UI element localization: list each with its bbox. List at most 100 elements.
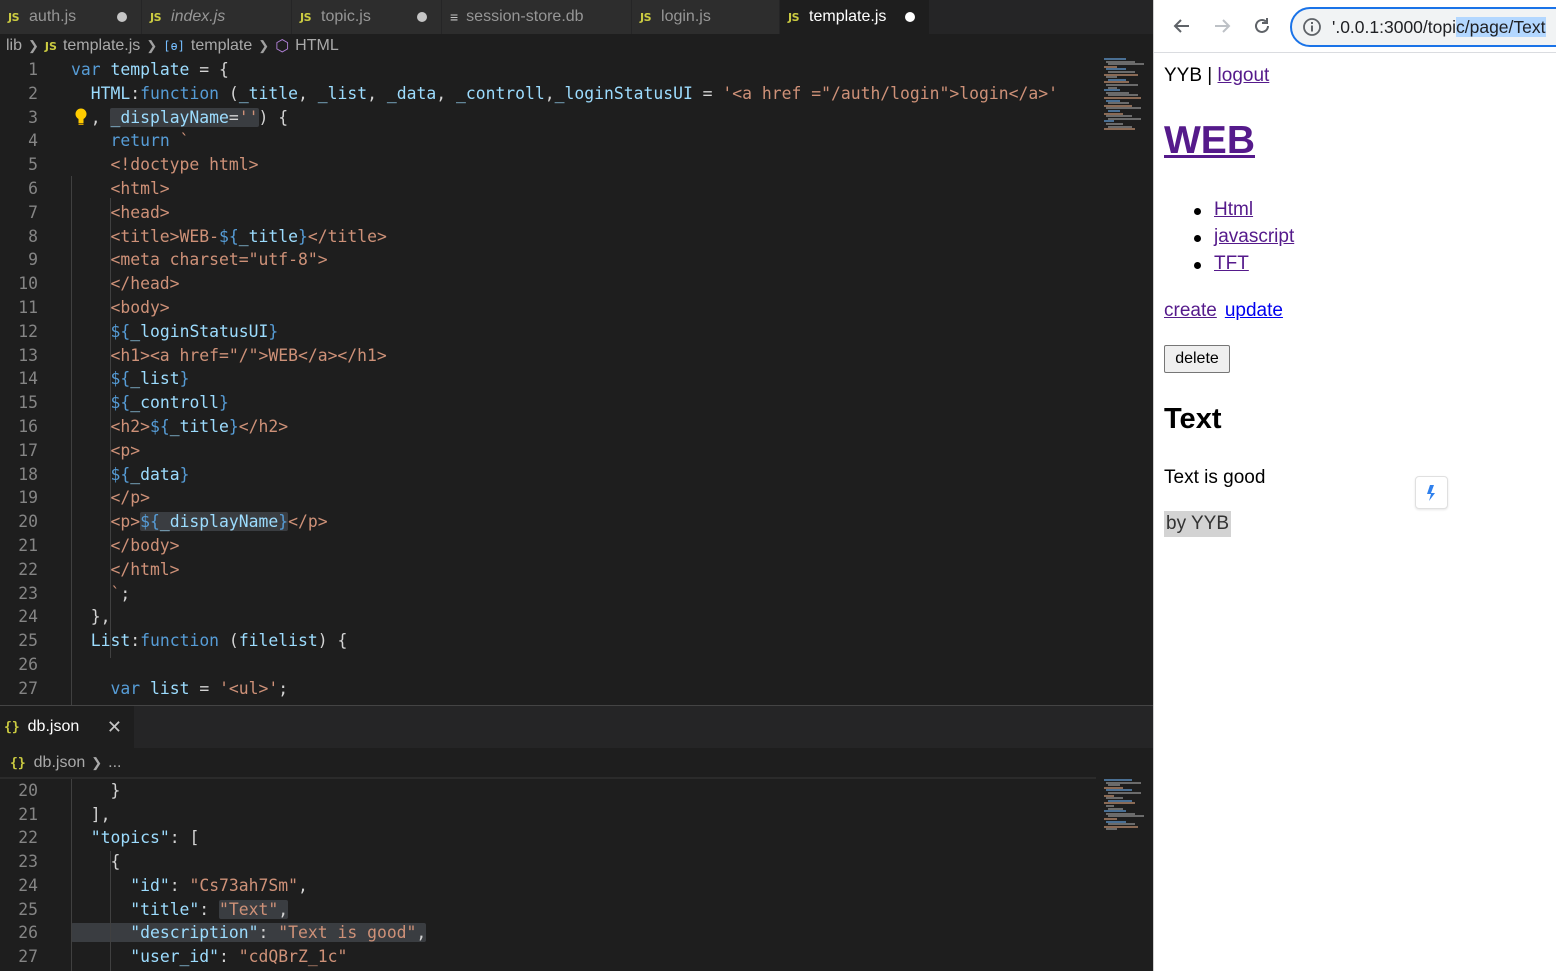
- forward-button[interactable]: [1210, 14, 1234, 38]
- code-line[interactable]: 20 }: [0, 779, 1096, 803]
- code-text[interactable]: <h1><a href="/">WEB</a></h1>: [71, 344, 386, 368]
- code-text[interactable]: <body>: [71, 296, 169, 320]
- code-line[interactable]: 24 "id": "Cs73ah7Sm",: [0, 874, 1096, 898]
- code-line[interactable]: 22 "topics": [: [0, 826, 1096, 850]
- minimap[interactable]: [1100, 58, 1150, 138]
- code-line[interactable]: 25 "title": "Text",: [0, 898, 1096, 922]
- breadcrumb-template[interactable]: template: [191, 37, 252, 55]
- code-text[interactable]: return `: [71, 129, 189, 153]
- code-line[interactable]: 7 <head>: [0, 201, 1096, 225]
- code-line[interactable]: 16 <h2>${_title}</h2>: [0, 415, 1096, 439]
- code-line[interactable]: 25 List:function (filelist) {: [0, 629, 1096, 653]
- code-text[interactable]: "user_id": "cdQBrZ_1c": [71, 945, 347, 969]
- topic-link-javascript[interactable]: javascript: [1214, 226, 1294, 247]
- code-text[interactable]: ${_list}: [71, 367, 189, 391]
- code-line[interactable]: 13 <h1><a href="/">WEB</a></h1>: [0, 344, 1096, 368]
- code-line[interactable]: 2 HTML:function (_title, _list, _data, _…: [0, 82, 1096, 106]
- code-line[interactable]: 12 ${_loginStatusUI}: [0, 320, 1096, 344]
- code-line[interactable]: 10 </head>: [0, 272, 1096, 296]
- breadcrumb-html[interactable]: HTML: [295, 37, 339, 55]
- code-line[interactable]: 19 </p>: [0, 486, 1096, 510]
- breadcrumb-ellipsis[interactable]: ...: [108, 754, 121, 772]
- code-text[interactable]: "description": "Text is good",: [71, 921, 427, 945]
- code-line[interactable]: 18 ${_data}: [0, 463, 1096, 487]
- code-text[interactable]: "id": "Cs73ah7Sm",: [71, 874, 308, 898]
- tab-auth-js[interactable]: JS auth.js: [0, 0, 142, 34]
- code-line[interactable]: 6 <html>: [0, 177, 1096, 201]
- reload-button[interactable]: [1250, 14, 1274, 38]
- code-line[interactable]: 9 <meta charset="utf-8">: [0, 248, 1096, 272]
- tab-index-js[interactable]: JS index.js: [142, 0, 292, 34]
- code-line[interactable]: 27 "user_id": "cdQBrZ_1c": [0, 945, 1096, 969]
- code-editor[interactable]: JS auth.js JS index.js JS topic.js ≡ ses…: [0, 0, 1153, 971]
- code-text[interactable]: var list = '<ul>';: [71, 677, 288, 701]
- code-text[interactable]: <p>: [71, 439, 140, 463]
- code-line[interactable]: 23 `;: [0, 582, 1096, 606]
- code-text[interactable]: </html>: [71, 558, 179, 582]
- code-line[interactable]: 21 </body>: [0, 534, 1096, 558]
- code-text[interactable]: </head>: [71, 272, 179, 296]
- code-line[interactable]: 8 <title>WEB-${_title}</title>: [0, 225, 1096, 249]
- code-text[interactable]: `;: [71, 582, 130, 606]
- code-line[interactable]: 21 ],: [0, 803, 1096, 827]
- code-text[interactable]: <html>: [71, 177, 169, 201]
- code-text[interactable]: var template = {: [71, 58, 229, 82]
- code-text[interactable]: {: [71, 850, 120, 874]
- code-line[interactable]: 4 return `: [0, 129, 1096, 153]
- code-text[interactable]: , _displayName='') {: [71, 106, 288, 130]
- code-line[interactable]: 20 <p>${_displayName}</p>: [0, 510, 1096, 534]
- create-link[interactable]: create: [1164, 300, 1217, 321]
- code-text[interactable]: }: [71, 779, 120, 803]
- code-text[interactable]: "topics": [: [71, 826, 200, 850]
- code-text[interactable]: <h2>${_title}</h2>: [71, 415, 288, 439]
- topic-link-html[interactable]: Html: [1214, 199, 1253, 220]
- minimap-2[interactable]: [1100, 779, 1150, 839]
- logout-link[interactable]: logout: [1218, 65, 1270, 86]
- code-line[interactable]: 26 "description": "Text is good",: [0, 921, 1096, 945]
- address-bar[interactable]: '.0.0.1:3000/topic/page/Text: [1290, 7, 1556, 47]
- delete-button[interactable]: delete: [1164, 345, 1230, 373]
- code-text[interactable]: List:function (filelist) {: [71, 629, 348, 653]
- code-line[interactable]: 5 <!doctype html>: [0, 153, 1096, 177]
- url-text[interactable]: '.0.0.1:3000/topic/page/Text: [1332, 16, 1546, 38]
- tab-topic-js[interactable]: JS topic.js: [292, 0, 442, 34]
- code-line[interactable]: 17 <p>: [0, 439, 1096, 463]
- code-text[interactable]: "title": "Text",: [71, 898, 289, 922]
- code-line[interactable]: 23 {: [0, 850, 1096, 874]
- code-line[interactable]: 27 var list = '<ul>';: [0, 677, 1096, 701]
- code-line[interactable]: 11 <body>: [0, 296, 1096, 320]
- code-line[interactable]: 24 },: [0, 605, 1096, 629]
- update-link[interactable]: update: [1225, 300, 1283, 321]
- code-text[interactable]: ${_controll}: [71, 391, 228, 415]
- code-text[interactable]: },: [71, 605, 111, 629]
- code-text[interactable]: <title>WEB-${_title}</title>: [71, 225, 386, 249]
- breadcrumb-lib[interactable]: lib: [6, 37, 22, 55]
- tab-login-js[interactable]: JS login.js: [632, 0, 780, 34]
- close-icon[interactable]: ✕: [107, 717, 122, 738]
- info-icon[interactable]: [1302, 17, 1322, 37]
- extension-icon[interactable]: [1415, 476, 1448, 509]
- code-text[interactable]: <head>: [71, 201, 169, 225]
- home-link[interactable]: WEB: [1164, 119, 1255, 162]
- code-area-template-js[interactable]: 1 var template = {2 HTML:function (_title…: [0, 58, 1096, 705]
- back-button[interactable]: [1170, 14, 1194, 38]
- code-area-db-json[interactable]: 20 } 21 ], 22 "topics": [23 {24 "id": "Cs7…: [0, 779, 1096, 971]
- code-text[interactable]: </body>: [71, 534, 179, 558]
- breadcrumb-db-json[interactable]: db.json: [34, 754, 86, 772]
- code-text[interactable]: HTML:function (_title, _list, _data, _co…: [71, 82, 1058, 106]
- code-line[interactable]: 14 ${_list}: [0, 367, 1096, 391]
- code-text[interactable]: ${_loginStatusUI}: [71, 320, 278, 344]
- breadcrumb-template-js[interactable]: template.js: [63, 37, 140, 55]
- tab-db-json[interactable]: {} db.json ✕: [0, 706, 134, 748]
- code-text[interactable]: ],: [71, 803, 111, 827]
- tab-session-store-db[interactable]: ≡ session-store.db: [442, 0, 632, 34]
- code-text[interactable]: <!doctype html>: [71, 153, 258, 177]
- tab-template-js[interactable]: JS template.js: [780, 0, 930, 34]
- topic-link-tft[interactable]: TFT: [1214, 253, 1249, 274]
- code-text[interactable]: ${_data}: [71, 463, 189, 487]
- code-line[interactable]: 15 ${_controll}: [0, 391, 1096, 415]
- code-line[interactable]: 26: [0, 653, 1096, 677]
- code-line[interactable]: 22 </html>: [0, 558, 1096, 582]
- code-line[interactable]: 1 var template = {: [0, 58, 1096, 82]
- code-line[interactable]: 3 , _displayName='') {: [0, 106, 1096, 130]
